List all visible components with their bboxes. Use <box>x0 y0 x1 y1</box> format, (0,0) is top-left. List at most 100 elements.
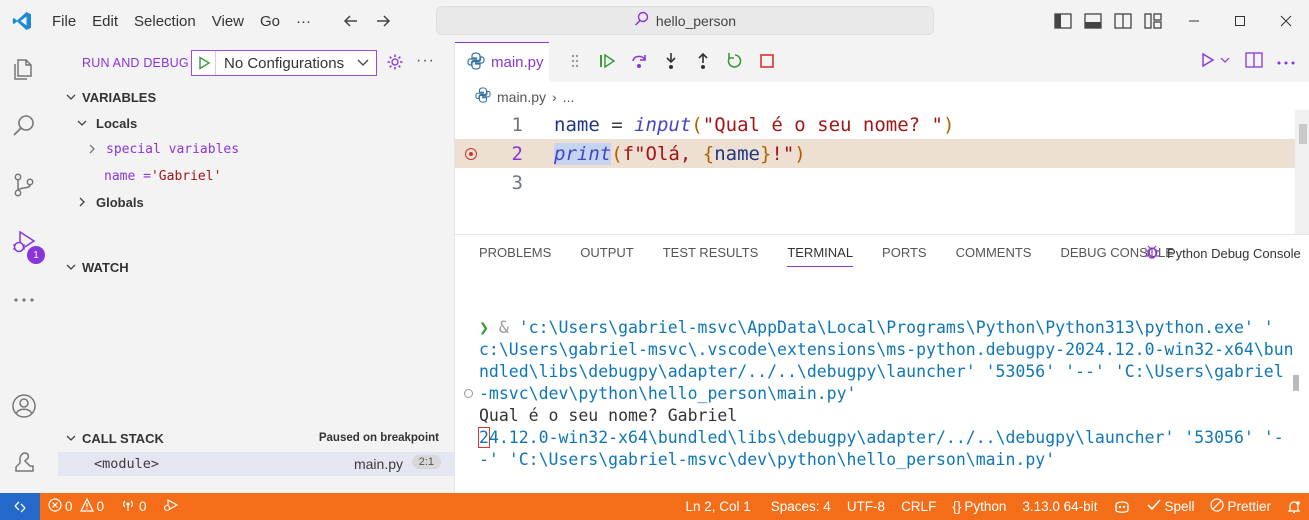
code-token: print <box>554 142 612 165</box>
menu-more[interactable]: ··· <box>288 13 319 30</box>
breadcrumb-file[interactable]: main.py <box>497 89 546 105</box>
code-area[interactable]: 1 name = input("Qual é o seu nome? ") 2 pri… <box>455 110 1295 197</box>
tab-comments[interactable]: COMMENTS <box>956 245 1032 267</box>
code-line[interactable]: 1 name = input("Qual é o seu nome? ") <box>455 110 1295 139</box>
paused-status: Paused on breakpoint <box>318 432 439 444</box>
locals-label: Locals <box>96 115 138 131</box>
status-bar: 0 0 0 Ln 2, Col 1 Spaces: 4 UTF-8 CRLF {… <box>0 493 1309 520</box>
code-text: print(f"Olá, {name}!") <box>554 142 806 165</box>
tab-ports[interactable]: PORTS <box>882 245 927 267</box>
breadcrumb-symbol[interactable]: ... <box>563 89 575 105</box>
debug-config-select[interactable]: No Configurations <box>191 50 377 76</box>
maximize-icon[interactable] <box>1217 0 1263 42</box>
forward-arrow-icon[interactable] <box>371 9 395 33</box>
search-sidebar-icon[interactable] <box>0 102 48 150</box>
continue-icon[interactable] <box>594 48 620 74</box>
run-python-file-icon[interactable] <box>1201 52 1231 71</box>
manage-gear-icon[interactable] <box>0 438 48 486</box>
terminal-cmd-line: c:\Users\gabriel-msvc\.vscode\extensions… <box>479 340 1294 359</box>
callstack-section-header[interactable]: CALL STACK Paused on breakpoint <box>64 427 455 449</box>
notifications-bell-icon[interactable] <box>1279 500 1309 514</box>
language-mode[interactable]: {} Python <box>944 499 1014 514</box>
close-icon[interactable] <box>1263 0 1309 42</box>
menu-go[interactable]: Go <box>252 13 288 30</box>
toggle-sidebar-icon[interactable] <box>1052 10 1074 32</box>
toggle-panel-icon[interactable] <box>1082 10 1104 32</box>
command-center-search[interactable]: hello_person <box>436 6 934 35</box>
special-variables-item[interactable]: special variables <box>86 138 239 160</box>
problems-status[interactable]: 0 0 <box>40 497 112 515</box>
variables-section-header[interactable]: VARIABLES <box>64 86 156 108</box>
chevron-down-icon <box>64 261 78 273</box>
split-editor-icon[interactable] <box>1245 52 1263 71</box>
run-and-debug-icon[interactable]: 1 <box>0 218 48 266</box>
title-bar: File Edit Selection View Go ··· hello_pe… <box>0 0 1309 42</box>
menu-selection[interactable]: Selection <box>126 13 204 30</box>
chevron-down-icon <box>64 432 78 444</box>
accounts-icon[interactable] <box>0 382 48 430</box>
customize-layout-icon[interactable] <box>1142 10 1164 32</box>
end-of-line[interactable]: CRLF <box>893 499 944 514</box>
minimize-icon[interactable] <box>1171 0 1217 42</box>
variable-name-item[interactable]: name = 'Gabriel' <box>104 165 221 187</box>
tab-main-py[interactable]: main.py <box>455 42 549 82</box>
menu-file[interactable]: File <box>44 13 84 30</box>
code-token: name <box>554 113 600 136</box>
editor-more-icon[interactable] <box>1277 54 1295 69</box>
restart-icon[interactable] <box>722 48 748 74</box>
tab-label: main.py <box>491 54 544 71</box>
code-token: "Qual é o seu nome? " <box>702 113 943 136</box>
run-debug-sidebar: RUN AND DEBUG No Configurations ··· VARI… <box>58 42 455 493</box>
drag-handle-icon[interactable] <box>562 48 588 74</box>
encoding[interactable]: UTF-8 <box>839 499 893 514</box>
start-debug-icon[interactable] <box>192 51 216 75</box>
step-into-icon[interactable] <box>658 48 684 74</box>
indentation[interactable]: Spaces: 4 <box>763 499 839 514</box>
step-over-icon[interactable] <box>626 48 652 74</box>
gear-icon[interactable] <box>386 53 404 74</box>
breakpoint-icon[interactable] <box>465 148 477 160</box>
debug-status[interactable] <box>155 498 187 515</box>
tab-test-results[interactable]: TEST RESULTS <box>663 245 759 267</box>
chevron-down-icon <box>64 91 78 103</box>
sidebar-more-icon[interactable]: ··· <box>416 52 435 70</box>
prettier-status[interactable]: Prettier <box>1202 498 1279 515</box>
chevron-down-icon <box>356 55 370 72</box>
editor-scrollbar[interactable] <box>1295 110 1309 234</box>
editor-tab-bar: main.py <box>455 42 1309 82</box>
toggle-secondary-sidebar-icon[interactable] <box>1112 10 1134 32</box>
terminal-input-line: Qual é o seu nome? Gabriel <box>479 406 738 425</box>
broadcast-icon <box>120 498 136 515</box>
terminal-output[interactable]: ❯ & 'c:\Users\gabriel-msvc\AppData\Local… <box>478 295 1294 471</box>
ports-status[interactable]: 0 <box>112 498 155 515</box>
code-line[interactable]: 2 print(f"Olá, {name}!") <box>455 139 1295 168</box>
python-interpreter[interactable]: 3.13.0 64-bit <box>1014 499 1105 514</box>
sidebar-title: RUN AND DEBUG <box>82 56 189 70</box>
code-line[interactable]: 3 <box>455 168 1295 197</box>
explorer-icon[interactable] <box>0 45 48 93</box>
tab-problems[interactable]: PROBLEMS <box>479 245 551 267</box>
step-out-icon[interactable] <box>690 48 716 74</box>
spell-check[interactable]: Spell <box>1139 498 1202 515</box>
stop-icon[interactable] <box>754 48 780 74</box>
terminal-scrollbar[interactable] <box>1293 375 1299 391</box>
menu-bar: File Edit Selection View Go ··· <box>44 0 319 42</box>
callstack-frame[interactable]: <module> main.py 2:1 <box>58 452 455 476</box>
tab-terminal[interactable]: TERMINAL <box>787 245 854 267</box>
search-icon <box>634 11 650 30</box>
tab-output[interactable]: OUTPUT <box>580 245 633 267</box>
back-arrow-icon[interactable] <box>339 9 363 33</box>
more-views-icon[interactable] <box>0 276 48 324</box>
chevron-right-icon: › <box>552 88 557 105</box>
watch-section-header[interactable]: WATCH <box>64 256 129 278</box>
cursor-position[interactable]: Ln 2, Col 1 <box>677 499 758 514</box>
terminal-instance-selector[interactable]: Python Debug Console <box>1143 243 1301 264</box>
remote-indicator-icon[interactable] <box>0 493 40 520</box>
globals-scope[interactable]: Globals <box>76 191 144 213</box>
locals-scope[interactable]: Locals <box>76 112 137 134</box>
command-decoration-icon[interactable] <box>464 389 473 398</box>
copilot-icon[interactable] <box>1105 499 1139 515</box>
menu-view[interactable]: View <box>204 13 252 30</box>
menu-edit[interactable]: Edit <box>84 13 126 30</box>
source-control-icon[interactable] <box>0 161 48 209</box>
